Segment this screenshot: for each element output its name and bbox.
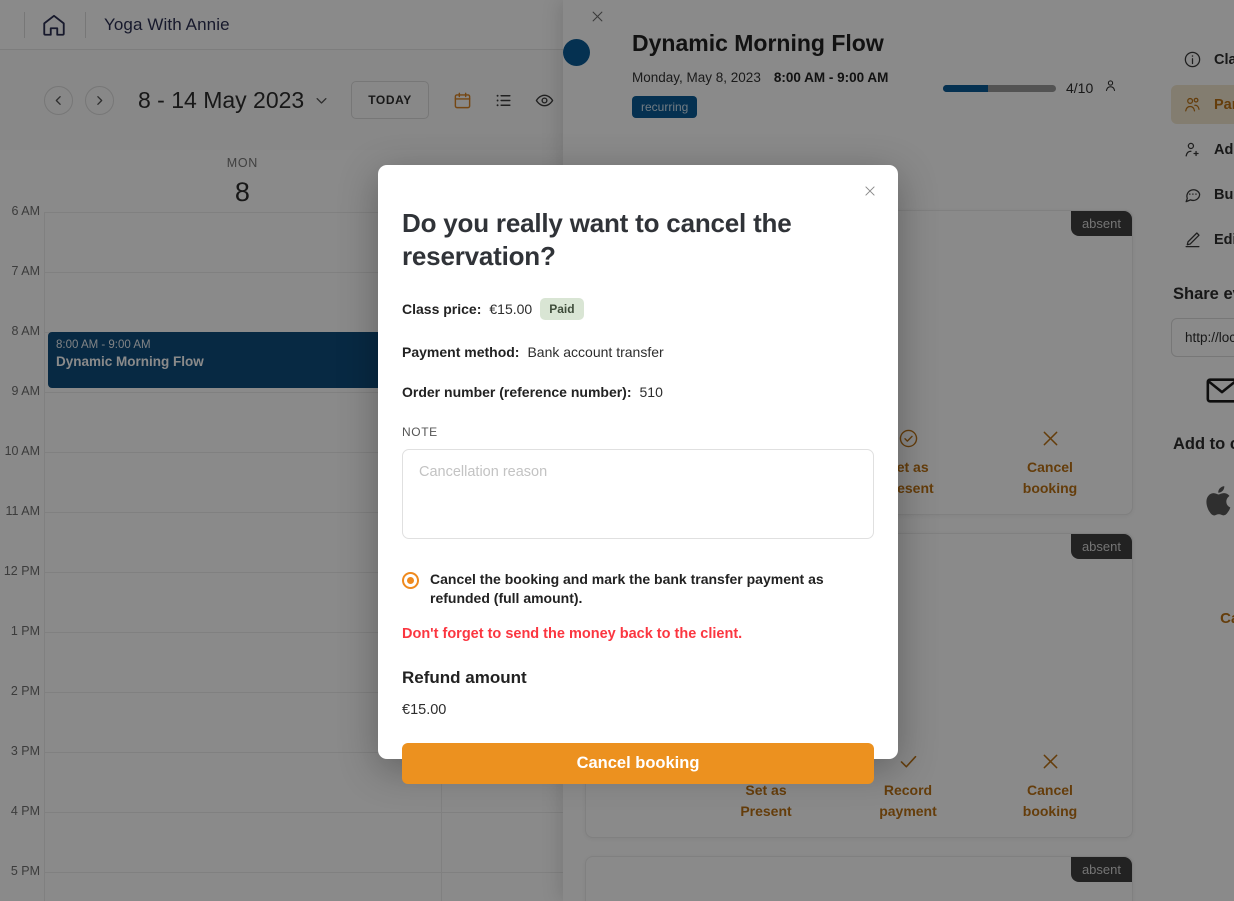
class-price-row: Class price: €15.00 Paid (402, 297, 874, 320)
modal-title: Do you really want to cancel the reserva… (402, 208, 792, 272)
refund-radio[interactable] (402, 571, 419, 589)
cancel-reservation-modal: Do you really want to cancel the reserva… (378, 165, 898, 785)
app-root: Yoga With Annie 8 - 14 May 2023 TODAY MO… (0, 0, 1234, 901)
refund-option-row[interactable]: Cancel the booking and mark the bank tra… (402, 570, 874, 609)
paid-chip: Paid (540, 297, 584, 320)
refund-radio-label: Cancel the booking and mark the bank tra… (430, 570, 824, 606)
cancellation-reason-input[interactable] (402, 448, 874, 539)
cancel-booking-submit-button[interactable]: Cancel booking (402, 743, 874, 785)
refund-warning: Don't forget to send the money back to t… (402, 626, 743, 643)
payment-method-row: Payment method: Bank account transfer (402, 344, 874, 360)
class-price-label: Class price: (402, 300, 482, 317)
close-icon[interactable] (859, 180, 881, 202)
class-price-value: €15.00 (489, 300, 533, 317)
refund-amount-value: €15.00 (402, 702, 447, 719)
refund-amount-title: Refund amount (402, 668, 527, 688)
order-number-label: Order number (reference number): (402, 383, 632, 400)
order-number-row: Order number (reference number): 510 (402, 384, 874, 400)
payment-method-value: Bank account transfer (527, 343, 664, 360)
order-number-value: 510 (639, 383, 663, 400)
note-label: NOTE (402, 424, 438, 439)
payment-method-label: Payment method: (402, 343, 520, 360)
